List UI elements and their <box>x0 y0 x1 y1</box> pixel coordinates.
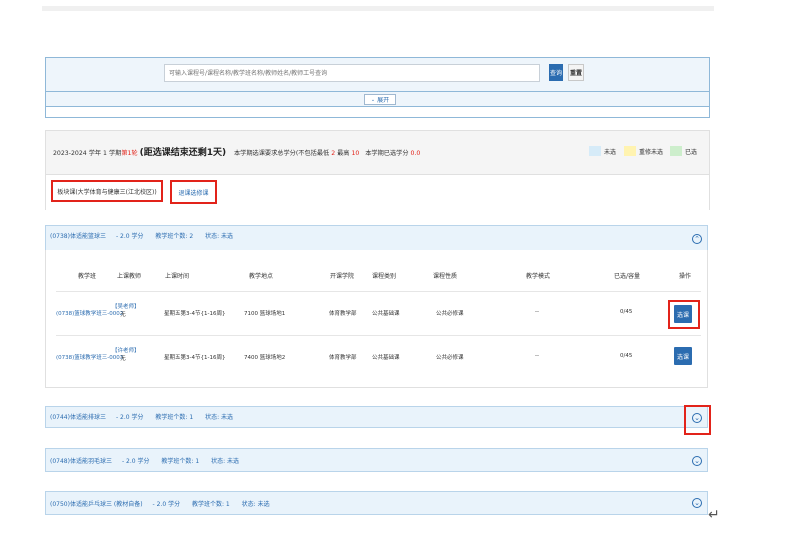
legend-swatch-retake <box>624 146 636 156</box>
col-header-class: 教学班 <box>78 273 97 280</box>
earned-credit-value: 0.0 <box>410 150 421 157</box>
course-credit: - 2.0 学分 <box>121 458 150 465</box>
course-code: (0750)体适能乒乓球三 (教材自备) <box>50 501 143 508</box>
class-place: 7400 篮球场地2 <box>244 355 286 361</box>
col-header-mode: 教学模式 <box>526 273 551 280</box>
class-place: 7100 篮球场地1 <box>244 311 286 317</box>
chevron-down-icon: ⌄ <box>370 96 376 103</box>
col-header-teacher: 上课教师 <box>117 273 142 280</box>
search-row: 查询 重置 <box>46 58 709 92</box>
search-panel: 查询 重置 ⌄ 展开 <box>45 57 710 118</box>
teacher-badge[interactable]: 【许老师】 <box>112 346 140 354</box>
teacher-value: 无 <box>120 356 126 362</box>
course-code: (0738)体适能篮球三 <box>50 233 106 240</box>
course-panel-0750[interactable]: (0750)体适能乒乓球三 (教材自备) - 2.0 学分 教学班个数: 1 状态… <box>45 491 708 515</box>
teacher-value: 无 <box>120 312 126 318</box>
class-mode: -- <box>535 353 539 359</box>
course-header: (0748)体适能羽毛球三 - 2.0 学分 教学班个数: 1 状态: 未选 <box>50 456 249 465</box>
class-mode: -- <box>535 309 539 315</box>
course-panel-0748[interactable]: (0748)体适能羽毛球三 - 2.0 学分 教学班个数: 1 状态: 未选 ⌄ <box>45 448 708 472</box>
class-nature: 公共必修课 <box>436 311 464 317</box>
tab-drop-elective[interactable]: 退课选修课 <box>170 180 217 204</box>
class-capacity: 0/45 <box>620 309 633 315</box>
class-time: 星期五第3-4节{1-16周} <box>164 311 226 317</box>
col-header-category: 课程类别 <box>372 273 397 280</box>
class-table: 教学班 上课教师 上课时间 教学地点 开课学院 课程类别 课程性质 教学模式 已… <box>45 250 708 388</box>
expand-row: ⌄ 展开 <box>46 92 709 107</box>
course-header: (0738)体适能篮球三 - 2.0 学分 教学班个数: 2 状态: 未选 <box>50 231 243 240</box>
course-status: 状态: 未选 <box>241 501 270 508</box>
earned-credit-label: 本学期已选学分 <box>365 150 409 157</box>
class-college: 体育教学部 <box>329 355 357 361</box>
chevron-down-icon[interactable]: ⌄ <box>692 456 702 466</box>
expand-button[interactable]: ⌄ 展开 <box>364 94 396 105</box>
course-status: 状态: 未选 <box>211 458 240 465</box>
course-type-tabs: 板块课(大学体育与健康三(江北校区)) 退课选修课 <box>46 174 709 210</box>
course-status: 状态: 未选 <box>205 233 234 240</box>
col-header-nature: 课程性质 <box>433 273 458 280</box>
class-capacity: 0/45 <box>620 353 633 359</box>
teacher-cell: 【许老师】 无 <box>112 346 140 362</box>
legend-selected: 已选 <box>670 146 697 156</box>
class-college: 体育教学部 <box>329 311 357 317</box>
highlight-box <box>684 405 711 435</box>
chevron-up-icon[interactable]: ⌃ <box>692 234 702 244</box>
legend-swatch-unselected <box>589 146 601 156</box>
term-info: 2023-2024 学年 1 学期第1轮 (距选课结束还剩1天) 本学期选课要求… <box>53 145 420 158</box>
expand-label: 展开 <box>377 97 390 104</box>
chevron-down-icon[interactable]: ⌄ <box>692 498 702 508</box>
class-category: 公共基础课 <box>372 311 400 317</box>
highlight-box <box>668 300 700 329</box>
reset-button[interactable]: 重置 <box>568 64 584 81</box>
course-count: 教学班个数: 1 <box>161 458 200 465</box>
row-divider <box>56 291 701 292</box>
course-status: 状态: 未选 <box>205 414 234 421</box>
top-divider <box>42 6 714 11</box>
query-button[interactable]: 查询 <box>549 64 563 81</box>
countdown-label: 距选课结束还剩1天 <box>143 148 222 158</box>
col-header-action: 操作 <box>679 273 692 280</box>
requirement-label: 本学期选课要求总学分(不包括最低 <box>234 150 330 157</box>
teacher-cell: 【吴老师】 无 <box>112 302 140 318</box>
class-nature: 公共必修课 <box>436 355 464 361</box>
selection-info-panel: 2023-2024 学年 1 学期第1轮 (距选课结束还剩1天) 本学期选课要求… <box>45 130 710 210</box>
course-credit: - 2.0 学分 <box>115 233 144 240</box>
course-count: 教学班个数: 1 <box>192 501 230 508</box>
course-credit: - 2.0 学分 <box>152 501 181 508</box>
class-time: 星期五第3-4节{1-16周} <box>164 355 226 361</box>
select-course-button[interactable]: 选课 <box>674 347 692 365</box>
course-header: (0750)体适能乒乓球三 (教材自备) - 2.0 学分 教学班个数: 1 状态… <box>50 499 280 508</box>
legend-label-selected: 已选 <box>685 148 698 156</box>
col-header-place: 教学地点 <box>249 273 274 280</box>
course-header: (0744)体适能排球三 - 2.0 学分 教学班个数: 1 状态: 未选 <box>50 412 243 421</box>
col-header-time: 上课时间 <box>165 273 190 280</box>
search-input[interactable] <box>164 64 540 82</box>
course-code: (0744)体适能排球三 <box>50 414 106 421</box>
legend-label-retake: 重修未选 <box>639 148 664 156</box>
course-panel-0744[interactable]: (0744)体适能排球三 - 2.0 学分 教学班个数: 1 状态: 未选 ⌄ <box>45 406 708 428</box>
legend-swatch-selected <box>670 146 682 156</box>
legend-unselected: 未选 <box>589 146 616 156</box>
legend-label-unselected: 未选 <box>604 148 617 156</box>
term-label: 2023-2024 学年 1 学期 <box>53 150 122 157</box>
class-category: 公共基础课 <box>372 355 400 361</box>
legend-retake: 重修未选 <box>624 146 663 156</box>
requirement-max-label: 最高 <box>337 150 350 157</box>
tab-module-course[interactable]: 板块课(大学体育与健康三(江北校区)) <box>51 180 163 202</box>
col-header-capacity: 已选/容量 <box>614 273 641 280</box>
course-credit: - 2.0 学分 <box>115 414 144 421</box>
teacher-badge[interactable]: 【吴老师】 <box>112 302 140 310</box>
round-label: 第1轮 <box>121 150 138 157</box>
course-code: (0748)体适能羽毛球三 <box>50 458 112 465</box>
col-header-college: 开课学院 <box>330 273 355 280</box>
course-count: 教学班个数: 2 <box>155 233 194 240</box>
course-count: 教学班个数: 1 <box>155 414 194 421</box>
row-divider <box>56 335 701 336</box>
course-panel-0738[interactable]: (0738)体适能篮球三 - 2.0 学分 教学班个数: 2 状态: 未选 ⌃ <box>45 225 708 251</box>
requirement-min: 2 <box>331 150 336 157</box>
return-symbol: ↵ <box>708 507 720 523</box>
paren-close: ) <box>222 148 227 158</box>
requirement-max: 10 <box>351 150 360 157</box>
